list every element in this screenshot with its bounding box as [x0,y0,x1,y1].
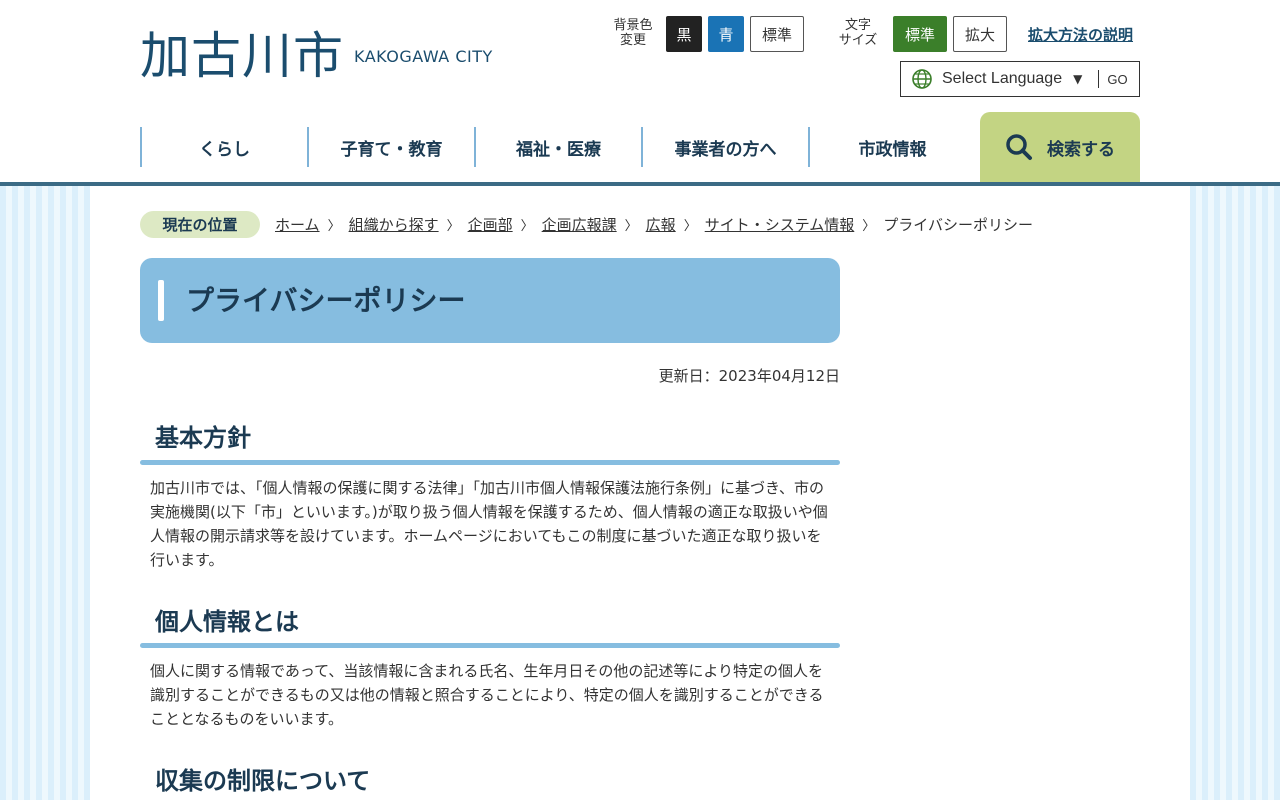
site-logo[interactable]: 加古川市 [140,26,344,86]
page-title-box: プライバシーポリシー [140,258,840,343]
bg-color-label-line1: 背景色 [613,18,653,33]
font-size-label: 文字 サイズ [832,18,884,48]
section-underline [140,460,840,465]
bg-standard-button[interactable]: 標準 [750,16,804,52]
bg-black-button[interactable]: 黒 [666,16,702,52]
search-icon [1006,134,1032,160]
bg-color-label: 背景色 変更 [610,18,656,48]
page-title: プライバシーポリシー [186,284,466,317]
section-heading-collection-limit: 収集の制限について [155,767,371,795]
language-divider [1098,70,1100,88]
breadcrumb: ホーム〉 組織から探す〉 企画部〉 企画広報課〉 広報〉 サイト・システム情報〉… [275,214,1033,235]
globe-icon [912,69,932,89]
nav-divider [0,182,1280,186]
search-label: 検索する [1047,139,1115,160]
section-body-personal-info: 個人に関する情報であって、当該情報に含まれる氏名、生年月日その他の記述等により特… [150,662,824,728]
font-size-label-line2: サイズ [838,33,878,48]
decorative-stripe-left [0,186,90,800]
nav-item-shisei[interactable]: 市政情報 [808,127,975,167]
decorative-stripe-right [1190,186,1280,800]
bg-blue-button[interactable]: 青 [708,16,744,52]
breadcrumb-planning-dept[interactable]: 企画部 [468,214,513,235]
section-heading-policy: 基本方針 [155,424,251,452]
zoom-help-link[interactable]: 拡大方法の説明 [1028,24,1133,45]
breadcrumb-pr-section[interactable]: 企画広報課 [542,214,617,235]
language-select-label[interactable]: Select Language [942,70,1062,88]
breadcrumb-home[interactable]: ホーム [275,214,320,235]
site-header: 加古川市 KAKOGAWA CITY 背景色 変更 黒 青 標準 文字 サイズ … [0,0,1280,182]
font-large-button[interactable]: 拡大 [953,16,1007,52]
site-logo-english: KAKOGAWA CITY [354,47,493,66]
chevron-right-icon: 〉 [683,219,697,234]
section-body-policy: 加古川市では、「個人情報の保護に関する法律」「加古川市個人情報保護法施行条例」に… [150,479,828,569]
breadcrumb-organization[interactable]: 組織から探す [349,214,439,235]
breadcrumb-badge: 現在の位置 [140,211,260,238]
breadcrumb-kouhou[interactable]: 広報 [646,214,676,235]
font-size-label-line1: 文字 [844,18,871,33]
language-go-button[interactable]: GO [1107,72,1127,87]
nav-search-button[interactable]: 検索する [980,112,1140,182]
chevron-right-icon: 〉 [862,219,876,234]
title-accent-bar [158,280,164,321]
font-standard-button[interactable]: 標準 [893,16,947,52]
nav-item-kurashi[interactable]: くらし [140,127,307,167]
section-underline [140,643,840,648]
bg-color-label-line2: 変更 [619,33,646,48]
section-heading-personal-info: 個人情報とは [155,608,299,636]
nav-item-kosodate[interactable]: 子育て・教育 [307,127,474,167]
chevron-right-icon: 〉 [446,219,460,234]
breadcrumb-site-info[interactable]: サイト・システム情報 [705,214,855,235]
chevron-right-icon: 〉 [327,219,341,234]
chevron-right-icon: 〉 [520,219,534,234]
nav-item-jigyousha[interactable]: 事業者の方へ [641,127,808,167]
language-selector[interactable]: Select Language ▼ GO [900,61,1140,97]
nav-item-fukushi[interactable]: 福祉・医療 [474,127,641,167]
dropdown-arrow-icon[interactable]: ▼ [1073,72,1082,86]
breadcrumb-current: プライバシーポリシー [883,216,1033,234]
updated-date: 更新日：2023年04月12日 [658,367,840,385]
chevron-right-icon: 〉 [624,219,638,234]
